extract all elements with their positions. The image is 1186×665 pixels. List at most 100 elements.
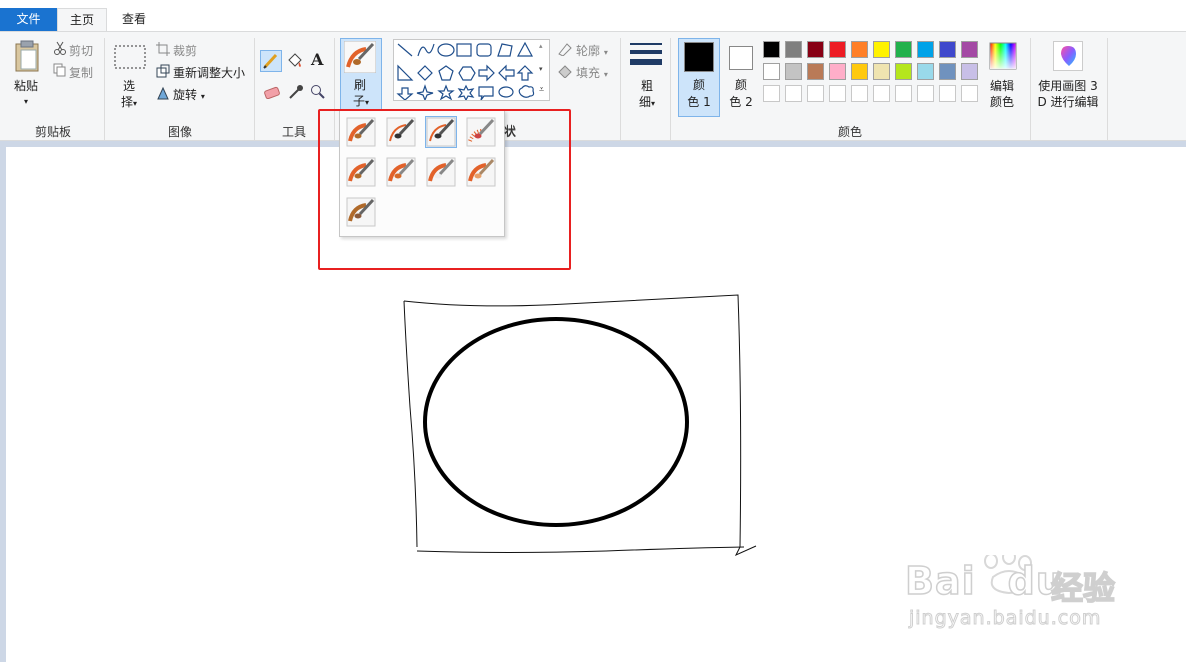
chevron-down-icon: ▾ [133,99,138,108]
rainbow-palette-icon[interactable] [989,42,1017,73]
palette-swatch[interactable] [807,41,824,58]
crop-button[interactable]: 裁剪 [173,42,197,59]
paste-icon[interactable] [13,40,41,75]
size-label: 细 [638,95,651,109]
watermark-brand: Bai du [904,558,1064,604]
brushes-label-2: 子 [352,94,365,108]
palette-swatch[interactable] [939,63,956,80]
palette-swatch[interactable] [851,85,868,102]
copy-icon [53,63,67,80]
size-button-line2[interactable]: 细▾ [632,94,662,112]
separator [104,38,105,140]
palette-swatch[interactable] [829,41,846,58]
text-icon[interactable]: A [311,50,323,69]
palette-swatch[interactable] [895,85,912,102]
color2-swatch[interactable] [729,46,753,70]
palette-swatch[interactable] [873,85,890,102]
tab-file[interactable]: 文件 [0,8,57,31]
fill-button[interactable]: 填充 ▾ [576,64,608,81]
title-bar [0,0,1186,8]
group-label-colors: 颜色 [837,125,862,139]
palette-swatch[interactable] [917,85,934,102]
palette-swatch[interactable] [961,85,978,102]
palette-swatch[interactable] [851,41,868,58]
paint3d-icon[interactable] [1053,41,1083,71]
shapes-scroll-up[interactable]: ▴ [539,42,543,50]
eraser-icon[interactable] [263,85,281,102]
edit-colors-button[interactable]: 编辑 [984,78,1020,94]
palette-swatch[interactable] [807,85,824,102]
rotate-icon [156,86,170,103]
outline-label: 轮廓 [576,44,601,58]
palette-swatch[interactable] [917,63,934,80]
fill-bucket-icon[interactable] [286,52,304,73]
shapes-gallery-icons [396,41,535,102]
shapes-gallery[interactable] [393,39,550,102]
select-button-line2[interactable]: 择▾ [114,94,144,112]
tab-view[interactable]: 查看 [108,8,160,31]
tab-home[interactable]: 主页 [57,8,107,31]
paste-dropdown-icon[interactable]: ▾ [20,94,32,110]
color-picker-icon[interactable] [288,84,304,103]
separator [1030,38,1031,140]
palette-swatch[interactable] [939,41,956,58]
ribbon: 粘贴 ▾ 剪切 复制 剪贴板 选 择▾ 裁剪 重新调整大小 旋转 ▾ 图像 A … [0,31,1186,141]
outline-icon [557,42,573,59]
palette-swatch[interactable] [895,63,912,80]
edit-colors-button-2[interactable]: 颜色 [984,94,1020,110]
shapes-expand[interactable]: ⩡ [539,85,544,95]
select-rect-icon[interactable] [114,45,146,72]
palette-swatch[interactable] [873,63,890,80]
brushes-label: 刷 [353,78,366,92]
watermark-cn: 经验 [1050,568,1116,608]
paste-button[interactable]: 粘贴 [10,78,42,94]
color2-label-2[interactable]: 色 2 [724,94,758,110]
annotation-highlight [318,109,571,270]
color1-swatch [684,42,714,72]
crop-icon [156,42,170,59]
group-label-image: 图像 [167,125,192,139]
rotate-button[interactable]: 旋转 ▾ [173,86,205,103]
paint3d-button[interactable]: 使用画图 3 [1034,78,1102,94]
shapes-scroll-down[interactable]: ▾ [539,65,543,73]
rotate-label: 旋转 [173,88,198,102]
separator [670,38,671,140]
palette-swatch[interactable] [851,63,868,80]
palette-swatch[interactable] [939,85,956,102]
palette-swatch[interactable] [763,63,780,80]
baidu-watermark: Bai du 经验 jingyan.baidu.com [904,555,1135,645]
copy-button[interactable]: 复制 [69,64,93,81]
outline-button[interactable]: 轮廓 ▾ [576,42,608,59]
chevron-down-icon: ▾ [365,98,370,107]
size-button[interactable]: 粗 [636,78,658,94]
palette-swatch[interactable] [895,41,912,58]
group-label-tools: 工具 [281,125,306,139]
select-label: 择 [120,95,133,109]
palette-swatch[interactable] [785,41,802,58]
chevron-down-icon: ▾ [200,92,205,101]
color1-label-2: 色 1 [687,95,711,109]
palette-swatch[interactable] [961,63,978,80]
group-label-clipboard: 剪贴板 [34,125,71,139]
palette-swatch[interactable] [917,41,934,58]
palette-swatch[interactable] [873,41,890,58]
palette-swatch[interactable] [961,41,978,58]
brush-icon [343,40,377,76]
size-icon[interactable] [630,43,662,72]
palette-swatch[interactable] [763,41,780,58]
select-button[interactable]: 选 [118,78,140,94]
color2-label[interactable]: 颜 [730,77,752,93]
pencil-icon[interactable] [260,50,282,72]
palette-swatch[interactable] [785,85,802,102]
palette-swatch[interactable] [763,85,780,102]
palette-swatch[interactable] [807,63,824,80]
palette-swatch[interactable] [829,63,846,80]
chevron-down-icon: ▾ [651,99,656,108]
palette-swatch[interactable] [785,63,802,80]
magnifier-icon[interactable] [310,84,326,103]
palette-swatch[interactable] [829,85,846,102]
resize-button[interactable]: 重新调整大小 [173,64,245,81]
tab-bar [0,8,1186,31]
cut-button[interactable]: 剪切 [69,42,93,59]
paint3d-button-2[interactable]: D 进行编辑 [1034,94,1102,110]
